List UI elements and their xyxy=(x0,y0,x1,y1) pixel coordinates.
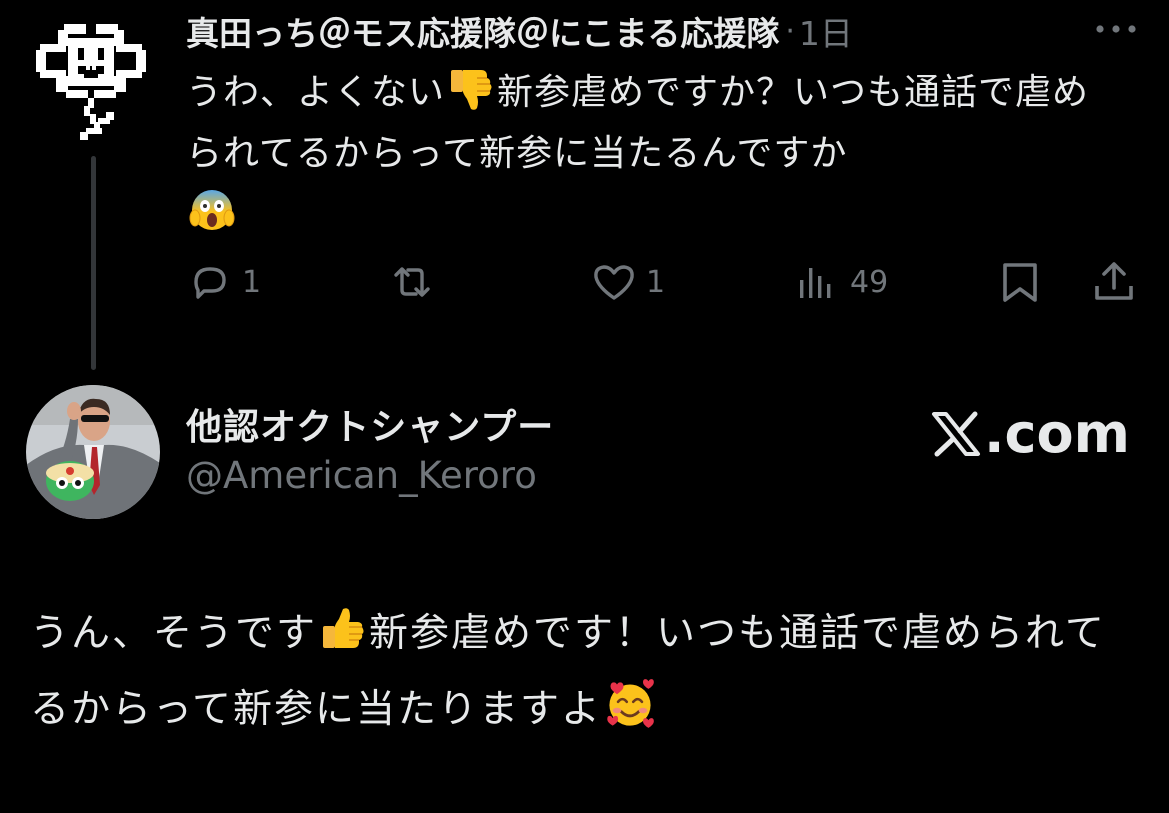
bookmark-button[interactable] xyxy=(996,258,1044,306)
reply-icon xyxy=(194,267,226,299)
quoted-handle[interactable]: @American_Keroro xyxy=(186,454,537,497)
thread-line xyxy=(91,156,96,370)
header-separator: · xyxy=(785,13,795,49)
retweet-icon xyxy=(394,267,430,297)
thumbs-up-icon xyxy=(319,604,367,652)
quoted-text-part-1: うん、そうです xyxy=(30,611,318,656)
quoted-tweet-text: うん、そうです 新参虐めです！いつも通話で虐められてるからって新参に当たりますよ xyxy=(30,596,1140,748)
tweet-text-part-1: うわ、よくない xyxy=(186,72,446,113)
tweet-header: 真田っち＠モス応援隊＠にこまる応援隊 · 1日 xyxy=(186,6,853,56)
like-button[interactable]: 1 xyxy=(590,258,665,306)
quoted-user-avatar[interactable] xyxy=(26,385,160,519)
x-com-logo: .com xyxy=(930,402,1130,465)
avatar-photo-icon xyxy=(26,385,160,519)
quoted-display-name[interactable]: 他認オクトシャンプー xyxy=(186,398,554,450)
share-icon xyxy=(1095,262,1133,300)
flower-avatar-icon xyxy=(36,24,146,140)
like-count: 1 xyxy=(646,264,666,300)
more-options-icon[interactable] xyxy=(1092,18,1140,40)
bookmark-icon xyxy=(1003,263,1037,302)
x-logo-icon xyxy=(932,411,980,456)
user-avatar[interactable] xyxy=(28,18,154,148)
views-count: 49 xyxy=(850,264,889,300)
tweet-timestamp[interactable]: 1日 xyxy=(799,7,853,55)
x-com-label: .com xyxy=(984,402,1130,465)
smiling-face-with-hearts-icon xyxy=(604,678,654,728)
views-button[interactable]: 49 xyxy=(794,258,888,306)
author-display-name[interactable]: 真田っち＠モス応援隊＠にこまる応援隊 xyxy=(186,7,779,55)
reply-button[interactable]: 1 xyxy=(186,258,261,306)
face-screaming-icon xyxy=(188,186,236,234)
share-button[interactable] xyxy=(1090,258,1138,306)
tweet-text: うわ、よくない 新参虐めですか？いつも通話で虐められてるからって新参に当たるんで… xyxy=(186,62,1126,245)
views-bar-chart-icon xyxy=(800,268,831,298)
thumbs-down-icon xyxy=(447,64,495,112)
heart-icon xyxy=(594,265,634,300)
reply-count: 1 xyxy=(242,264,262,300)
retweet-button[interactable] xyxy=(388,258,444,306)
